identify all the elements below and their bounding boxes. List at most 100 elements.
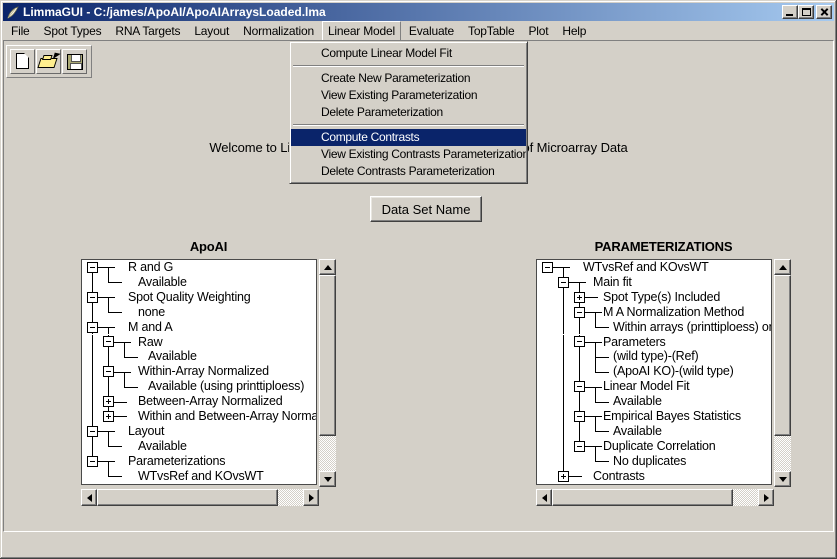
scroll-right-button[interactable] <box>303 489 319 506</box>
tree-node-spot-type-s-included[interactable]: Spot Type(s) Included <box>603 290 720 305</box>
menu-item-delete-contrasts-parameterization[interactable]: Delete Contrasts Parameterization <box>291 163 526 180</box>
close-button[interactable] <box>816 5 832 19</box>
menu-item-delete-parameterization[interactable]: Delete Parameterization <box>291 104 526 121</box>
menu-item-compute-contrasts[interactable]: Compute Contrasts <box>291 129 526 146</box>
scrollbar-thumb[interactable] <box>774 275 791 436</box>
menubar-item-spot-types[interactable]: Spot Types <box>38 21 108 41</box>
data-set-name-button[interactable]: Data Set Name <box>370 196 482 222</box>
tree-node-m-a-normalization-method[interactable]: M A Normalization Method <box>603 305 744 320</box>
tree-node-available-using-printtiploess[interactable]: Available (using printtiploess) <box>148 379 304 394</box>
tree-node-no-duplicates[interactable]: No duplicates <box>613 454 686 469</box>
scroll-up-button[interactable] <box>319 259 336 275</box>
left-arrow-icon <box>542 494 547 502</box>
scroll-left-button[interactable] <box>81 489 97 506</box>
tree-collapse-box[interactable] <box>574 441 585 452</box>
menubar-item-rna-targets[interactable]: RNA Targets <box>109 21 186 41</box>
tree-collapse-box[interactable] <box>574 381 585 392</box>
tree-expand-box[interactable] <box>103 411 114 422</box>
titlebar[interactable]: LimmaGUI - C:/james/ApoAI/ApoAIArraysLoa… <box>3 3 834 21</box>
new-file-button[interactable] <box>10 49 35 74</box>
scroll-down-button[interactable] <box>774 471 791 487</box>
tree-collapse-box[interactable] <box>558 277 569 288</box>
scrollbar-thumb[interactable] <box>552 489 733 506</box>
menubar-item-toptable[interactable]: TopTable <box>462 21 520 41</box>
scrollbar-thumb[interactable] <box>97 489 278 506</box>
tree-expand-box[interactable] <box>103 396 114 407</box>
menu-item-compute-linear-model-fit[interactable]: Compute Linear Model Fit <box>291 45 526 62</box>
menubar-item-plot[interactable]: Plot <box>522 21 554 41</box>
up-arrow-icon <box>324 265 332 270</box>
menubar-item-help[interactable]: Help <box>556 21 592 41</box>
tree-node-duplicate-correlation[interactable]: Duplicate Correlation <box>603 439 716 454</box>
tree-node-linear-model-fit[interactable]: Linear Model Fit <box>603 379 689 394</box>
menubar-item-normalization[interactable]: Normalization <box>237 21 320 41</box>
scroll-up-button[interactable] <box>774 259 791 275</box>
tree-node-between-array-normalized[interactable]: Between-Array Normalized <box>138 394 283 409</box>
tree-node-raw[interactable]: Raw <box>138 335 162 350</box>
tree-node-within-array-normalized[interactable]: Within-Array Normalized <box>138 364 269 379</box>
tree-node-available[interactable]: Available <box>138 275 187 290</box>
tree-node-layout[interactable]: Layout <box>128 424 164 439</box>
tree-node-none[interactable]: none <box>138 305 165 320</box>
parameterizations-tree: WTvsRef and KOvsWTMain fitSpot Type(s) I… <box>536 259 772 485</box>
tree-collapse-box[interactable] <box>87 262 98 273</box>
scroll-right-button[interactable] <box>758 489 774 506</box>
tree-collapse-box[interactable] <box>87 292 98 303</box>
tree-collapse-box[interactable] <box>87 426 98 437</box>
tree-collapse-box[interactable] <box>574 307 585 318</box>
tree-node-available[interactable]: Available <box>138 439 187 454</box>
tree-collapse-box[interactable] <box>574 411 585 422</box>
tree-expand-box[interactable] <box>558 471 569 482</box>
tree-collapse-box[interactable] <box>103 336 114 347</box>
tree-node-within-and-between-array-normalized[interactable]: Within and Between-Array Normalized <box>138 409 317 424</box>
minimize-button[interactable] <box>782 5 798 19</box>
tree-collapse-box[interactable] <box>542 262 553 273</box>
tree-node-m-and-a[interactable]: M and A <box>128 320 172 335</box>
vertical-scrollbar <box>319 259 336 487</box>
apoai-tree: R and GAvailableSpot Quality Weightingno… <box>81 259 317 485</box>
window-controls <box>782 5 832 19</box>
tree-node-available[interactable]: Available <box>148 349 197 364</box>
menu-item-view-existing-contrasts-parameterization[interactable]: View Existing Contrasts Parameterization <box>291 146 526 163</box>
tree-node-available[interactable]: Available <box>613 394 662 409</box>
linear-model-menu: Compute Linear Model Fit Create New Param… <box>289 41 528 184</box>
scroll-left-button[interactable] <box>536 489 552 506</box>
save-file-button[interactable] <box>62 49 87 74</box>
menubar-item-evaluate[interactable]: Evaluate <box>403 21 460 41</box>
tree-node-apoai-ko-wild-type[interactable]: (ApoAI KO)-(wild type) <box>613 364 734 379</box>
tree-node-parameters[interactable]: Parameters <box>603 335 666 350</box>
tree-collapse-box[interactable] <box>574 336 585 347</box>
tree-node-wtvsref-and-kovswt[interactable]: WTvsRef and KOvsWT <box>138 469 264 484</box>
left-arrow-icon <box>87 494 92 502</box>
tree-node-contrasts[interactable]: Contrasts <box>593 469 645 484</box>
menubar-item-file[interactable]: File <box>5 21 36 41</box>
app-window: LimmaGUI - C:/james/ApoAI/ApoAIArraysLoa… <box>0 0 837 559</box>
tree-node-parameterizations[interactable]: Parameterizations <box>128 454 225 469</box>
tree-collapse-box[interactable] <box>103 366 114 377</box>
scroll-down-button[interactable] <box>319 471 336 487</box>
scrollbar-thumb[interactable] <box>319 275 336 436</box>
tree-node-main-fit[interactable]: Main fit <box>593 275 632 290</box>
tree-node-available[interactable]: Available <box>613 424 662 439</box>
maximize-button[interactable] <box>798 5 814 19</box>
horizontal-scrollbar <box>536 489 774 506</box>
tree-node-empirical-bayes-statistics[interactable]: Empirical Bayes Statistics <box>603 409 741 424</box>
tree-collapse-box[interactable] <box>87 456 98 467</box>
app-icon[interactable] <box>6 6 19 19</box>
tree-node-within-arrays-printtiploess-only[interactable]: Within arrays (printtiploess) only <box>613 320 772 335</box>
status-bar <box>3 532 834 556</box>
menubar-item-layout[interactable]: Layout <box>188 21 235 41</box>
tree-expand-box[interactable] <box>574 292 585 303</box>
tree-collapse-box[interactable] <box>87 322 98 333</box>
menubar-item-linear-model[interactable]: Linear Model <box>322 21 401 41</box>
tree-node-spot-quality-weighting[interactable]: Spot Quality Weighting <box>128 290 251 305</box>
menu-item-view-existing-parameterization[interactable]: View Existing Parameterization <box>291 87 526 104</box>
apoai-tree-panel: ApoAI R and GAvailableSpot Quality Weigh… <box>81 239 336 506</box>
tree-node-r-and-g[interactable]: R and G <box>128 260 173 275</box>
up-arrow-icon <box>779 265 787 270</box>
menu-separator <box>293 65 524 67</box>
tree-node-wild-type-ref[interactable]: (wild type)-(Ref) <box>613 349 699 364</box>
menu-item-create-new-parameterization[interactable]: Create New Parameterization <box>291 70 526 87</box>
tree-node-wtvsref-and-kovswt[interactable]: WTvsRef and KOvsWT <box>583 260 709 275</box>
open-file-button[interactable] <box>36 49 61 74</box>
